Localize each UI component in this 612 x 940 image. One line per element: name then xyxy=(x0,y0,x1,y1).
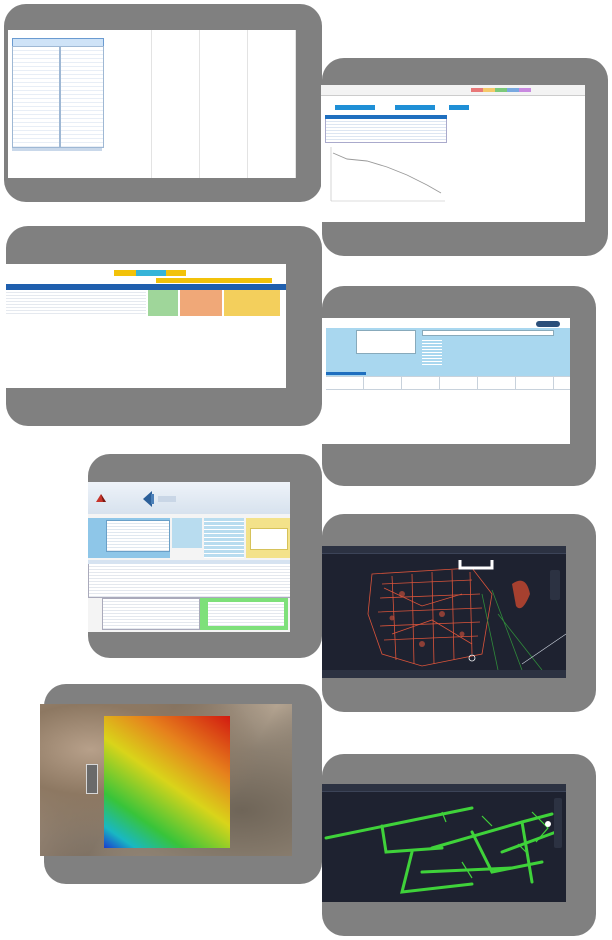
dashboard-logo xyxy=(536,321,560,327)
table-header-side xyxy=(449,105,469,110)
tile-5-application-screenshot[interactable] xyxy=(88,482,290,632)
yellow-cell-block xyxy=(224,290,280,316)
dashboard-results-header xyxy=(326,372,366,375)
sheet-grid xyxy=(104,30,296,178)
cad-green-network-drawing xyxy=(324,806,558,894)
cad-red-outlier xyxy=(512,580,530,609)
tile-3-card xyxy=(6,226,322,426)
dashboard-options-list xyxy=(422,338,442,366)
yellow-subtitle-band xyxy=(156,278,272,283)
sheet-left-table xyxy=(12,46,60,148)
app-title-bar xyxy=(88,482,290,514)
dashboard-search-bar[interactable] xyxy=(422,330,554,336)
tile-7-terrain-screenshot[interactable] xyxy=(40,704,292,856)
cad-toolbar-2[interactable] xyxy=(322,784,566,792)
table-body xyxy=(6,290,146,316)
app-logo-icon xyxy=(96,494,106,502)
app-results-table xyxy=(88,560,290,598)
cad-toolbar[interactable] xyxy=(322,546,566,554)
ribbon-colored-buttons[interactable] xyxy=(471,88,531,92)
cad-nav-bar-2[interactable] xyxy=(554,798,562,848)
sheet-right-table xyxy=(60,46,104,148)
dashboard-input-box[interactable] xyxy=(356,330,416,354)
app-green-panel-table xyxy=(208,602,284,626)
cad-white-node xyxy=(545,821,551,827)
tile-1-spreadsheet-screenshot[interactable] xyxy=(8,30,296,178)
tile-2-spreadsheet-screenshot[interactable] xyxy=(321,85,585,222)
cad-white-diagonal xyxy=(521,633,566,665)
tile-6-card xyxy=(322,514,596,712)
title-cyan-cell xyxy=(136,270,166,276)
app-input-grid[interactable] xyxy=(106,520,170,552)
gradient-surface-overlay xyxy=(104,716,230,848)
data-table-header xyxy=(325,115,447,119)
chart-series-line xyxy=(332,152,442,194)
terrain-facility-marker xyxy=(86,764,98,794)
tile-4-dashboard-screenshot[interactable] xyxy=(322,318,570,444)
app-bottom-table xyxy=(102,598,200,630)
tile-2-card xyxy=(321,58,608,256)
ribbon-toolbar[interactable] xyxy=(321,85,585,96)
sheet-total-row xyxy=(12,148,102,151)
app-title-label-box xyxy=(158,496,176,502)
tile-6-cad-screenshot[interactable] xyxy=(322,546,566,678)
tile-1-card xyxy=(4,4,322,202)
cad-nav-bar[interactable] xyxy=(550,570,560,600)
line-chart xyxy=(330,147,445,202)
app-results-header xyxy=(88,560,290,564)
table-header-right xyxy=(395,105,435,110)
tile-4-card xyxy=(322,286,596,486)
app-options-panel xyxy=(204,518,244,558)
table-header-left xyxy=(335,105,375,110)
green-cell-block xyxy=(148,290,178,316)
cad-status-bar xyxy=(322,670,566,678)
tile-7-card xyxy=(40,684,322,884)
cad-white-bracket xyxy=(458,560,494,570)
tile-5-card xyxy=(88,454,322,658)
orange-cell-block xyxy=(180,290,222,316)
app-yellow-panel-box xyxy=(250,528,288,550)
app-back-arrow-icon[interactable] xyxy=(140,490,156,508)
tile-8-cad-screenshot[interactable] xyxy=(322,784,566,902)
data-table xyxy=(325,115,447,143)
dashboard-result-columns xyxy=(326,376,570,390)
tile-8-card xyxy=(322,754,596,936)
app-middle-panel xyxy=(172,518,202,548)
tile-3-spreadsheet-screenshot[interactable] xyxy=(6,264,286,388)
cad-red-network-drawing xyxy=(367,560,566,670)
